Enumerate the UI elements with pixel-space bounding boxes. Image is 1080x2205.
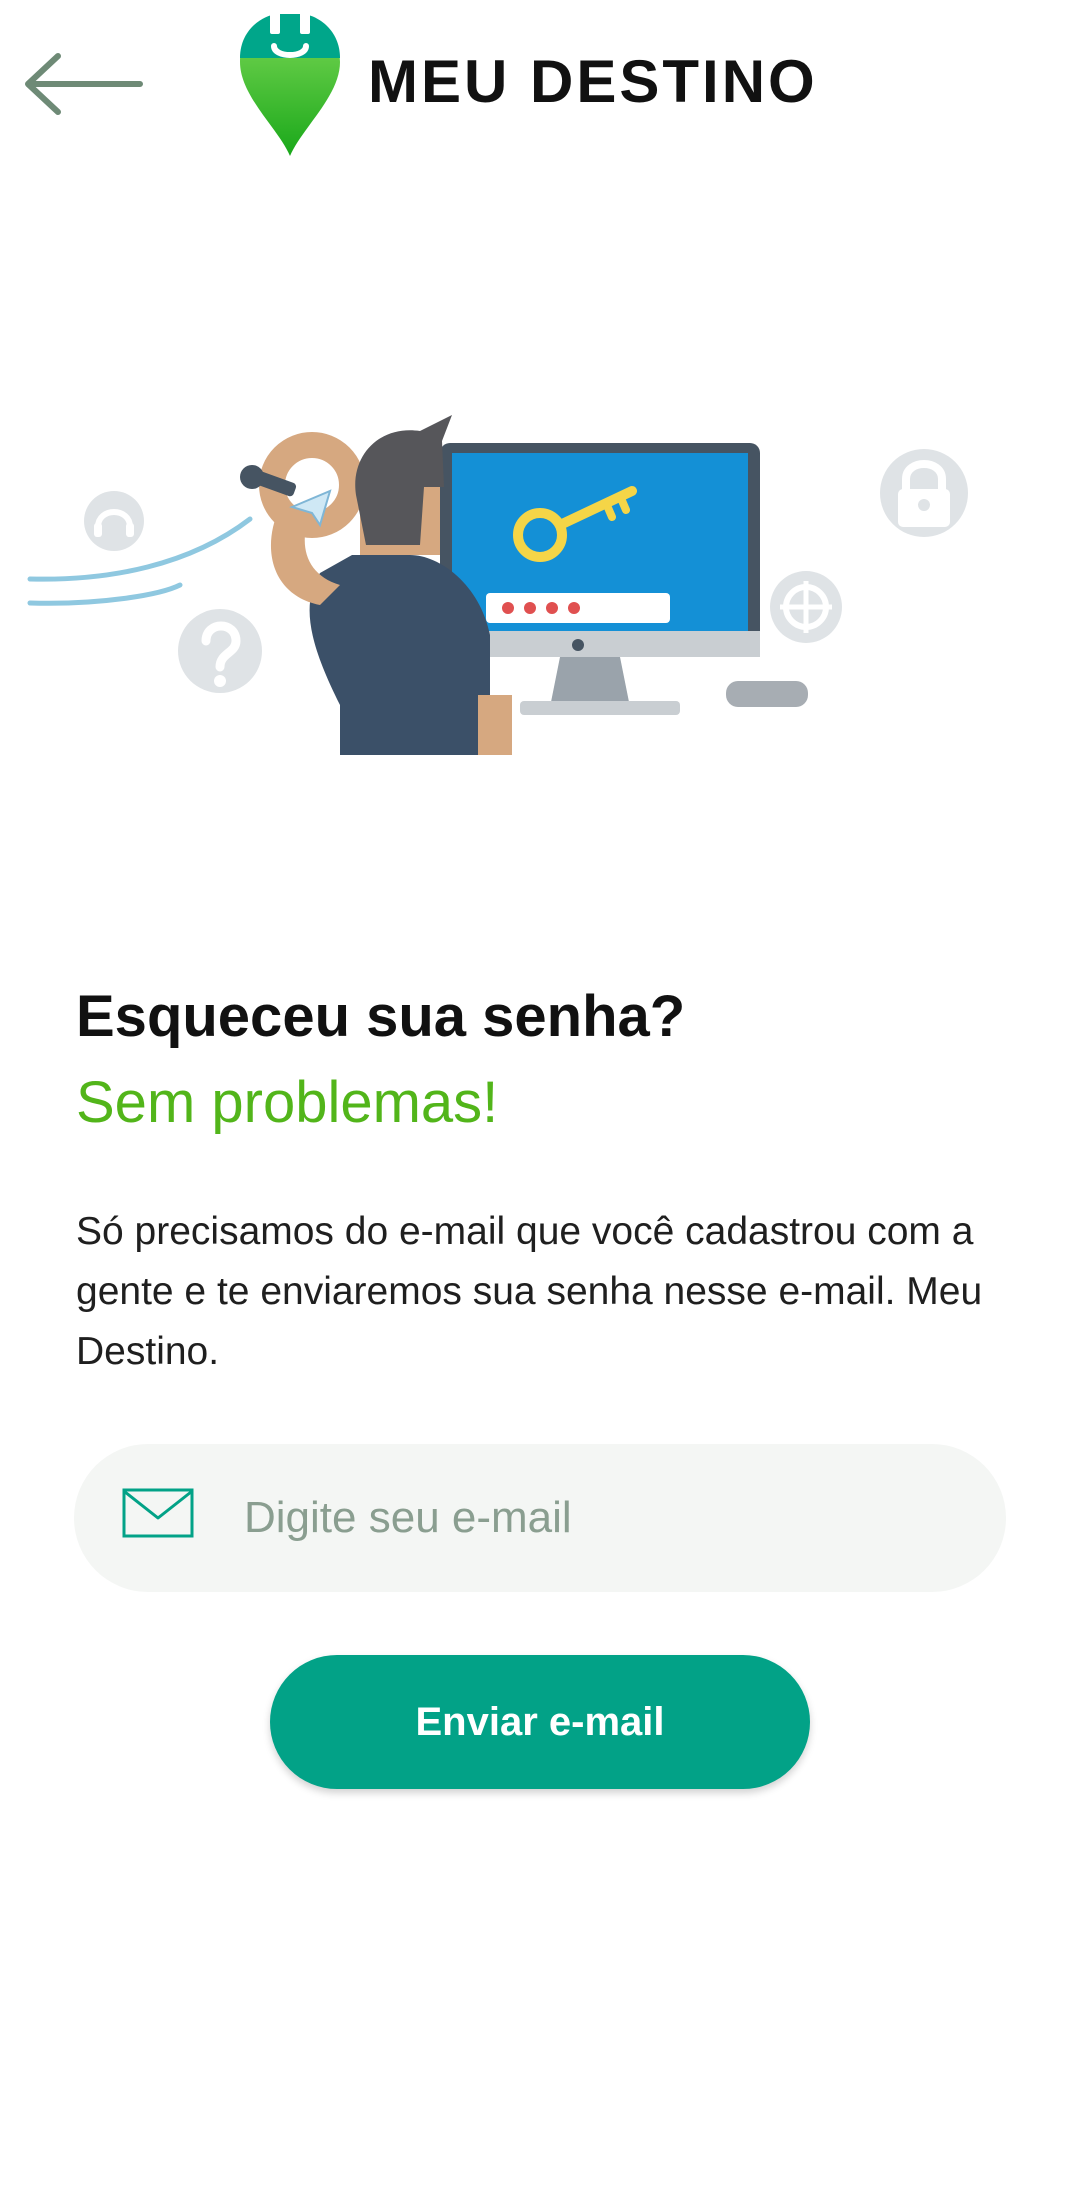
app-header: MEU DESTINO — [0, 0, 1080, 170]
arrow-left-icon — [25, 53, 143, 115]
page-title: Esqueceu sua senha? — [76, 984, 686, 1049]
brand-name: MEU DESTINO — [368, 48, 818, 115]
page-subtitle: Sem problemas! — [76, 1070, 499, 1135]
location-pin-plug-icon — [240, 12, 340, 156]
instructions-text: Só precisamos do e-mail que você cadastr… — [76, 1210, 983, 1373]
crosshair-icon — [770, 571, 842, 643]
question-mark-icon — [178, 609, 262, 693]
lock-icon — [880, 449, 968, 537]
headset-icon — [84, 491, 144, 551]
back-button[interactable] — [18, 48, 148, 118]
mail-icon — [122, 1488, 194, 1538]
send-email-button[interactable]: Enviar e-mail — [270, 1655, 810, 1789]
password-recovery-illustration — [27, 415, 968, 755]
email-field[interactable] — [74, 1444, 1006, 1592]
email-input[interactable] — [244, 1444, 964, 1592]
